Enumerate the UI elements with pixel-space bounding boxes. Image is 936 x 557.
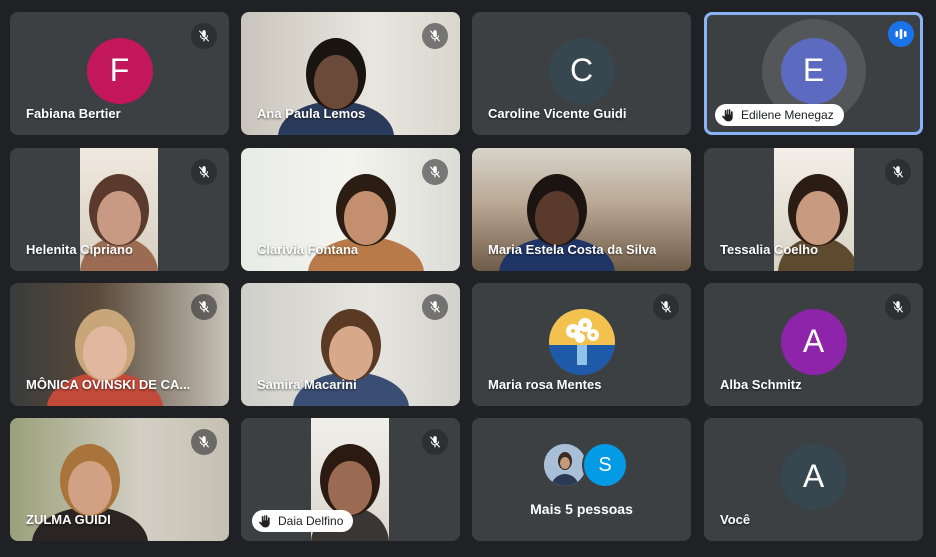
participant-name: ZULMA GUIDI bbox=[26, 512, 111, 527]
participant-tile[interactable]: E Edilene Menegaz bbox=[704, 12, 923, 135]
participant-name: Você bbox=[720, 512, 751, 527]
speaking-indicator-icon bbox=[888, 21, 914, 47]
participant-name: Clarivia Fontana bbox=[257, 242, 359, 257]
participant-tile[interactable]: Clarivia Fontana bbox=[241, 148, 460, 271]
participant-tile[interactable]: MÔNICA OVINSKI DE CA... bbox=[10, 283, 229, 406]
participant-avatar: F bbox=[86, 37, 153, 104]
mic-off-icon bbox=[191, 159, 217, 185]
participant-tile[interactable]: Tessalia Coelho bbox=[704, 148, 923, 271]
participant-tile[interactable]: Daia Delfino bbox=[241, 418, 460, 541]
raised-hand-icon bbox=[721, 108, 741, 122]
participant-name: Tessalia Coelho bbox=[720, 242, 819, 257]
participant-avatar: A bbox=[780, 443, 847, 510]
participant-avatar: E bbox=[780, 37, 847, 104]
participant-name: Edilene Menegaz bbox=[741, 108, 834, 122]
participant-tile[interactable]: Ana Paula Lemos bbox=[241, 12, 460, 135]
participant-name: Fabiana Bertier bbox=[26, 106, 121, 121]
participant-avatar: A bbox=[780, 308, 847, 375]
participant-tile[interactable]: Maria rosa Mentes bbox=[472, 283, 691, 406]
participant-name: Daia Delfino bbox=[278, 514, 344, 528]
mic-off-icon bbox=[422, 159, 448, 185]
mic-off-icon bbox=[885, 294, 911, 320]
participant-name: Ana Paula Lemos bbox=[257, 106, 366, 121]
mic-off-icon bbox=[422, 23, 448, 49]
participant-tile[interactable]: S Mais 5 pessoas bbox=[472, 418, 691, 541]
mic-off-icon bbox=[885, 159, 911, 185]
participant-tile[interactable]: A Alba Schmitz bbox=[704, 283, 923, 406]
participant-tile[interactable]: Helenita Cipriano bbox=[10, 148, 229, 271]
participant-avatar: C bbox=[548, 37, 615, 104]
participant-tile[interactable]: F Fabiana Bertier bbox=[10, 12, 229, 135]
mic-off-icon bbox=[191, 23, 217, 49]
participant-name: Caroline Vicente Guidi bbox=[488, 106, 627, 121]
participant-avatar: S bbox=[582, 442, 628, 488]
participant-grid: F Fabiana Bertier Ana Paula Lemos C Caroline… bbox=[0, 0, 936, 557]
mic-off-icon bbox=[422, 294, 448, 320]
participant-tile[interactable]: Samira Macarini bbox=[241, 283, 460, 406]
participant-name: MÔNICA OVINSKI DE CA... bbox=[26, 377, 191, 392]
raised-hand-icon bbox=[258, 514, 278, 528]
more-people-label: Mais 5 pessoas bbox=[530, 501, 633, 517]
participant-tile[interactable]: C Caroline Vicente Guidi bbox=[472, 12, 691, 135]
participant-name: Maria Estela Costa da Silva bbox=[488, 242, 657, 257]
participant-tile[interactable]: Maria Estela Costa da Silva bbox=[472, 148, 691, 271]
profile-photo-flowers bbox=[548, 308, 615, 375]
participant-name: Alba Schmitz bbox=[720, 377, 802, 392]
participant-name: Samira Macarini bbox=[257, 377, 357, 392]
raised-hand-name-pill: Edilene Menegaz bbox=[715, 104, 844, 126]
participant-name: Maria rosa Mentes bbox=[488, 377, 602, 392]
more-people-avatars: S bbox=[542, 442, 632, 488]
mic-off-icon bbox=[191, 294, 217, 320]
participant-name: Helenita Cipriano bbox=[26, 242, 133, 257]
raised-hand-name-pill: Daia Delfino bbox=[252, 510, 354, 532]
participant-tile[interactable]: A Você bbox=[704, 418, 923, 541]
mic-off-icon bbox=[191, 429, 217, 455]
participant-tile[interactable]: ZULMA GUIDI bbox=[10, 418, 229, 541]
mic-off-icon bbox=[422, 429, 448, 455]
mic-off-icon bbox=[653, 294, 679, 320]
